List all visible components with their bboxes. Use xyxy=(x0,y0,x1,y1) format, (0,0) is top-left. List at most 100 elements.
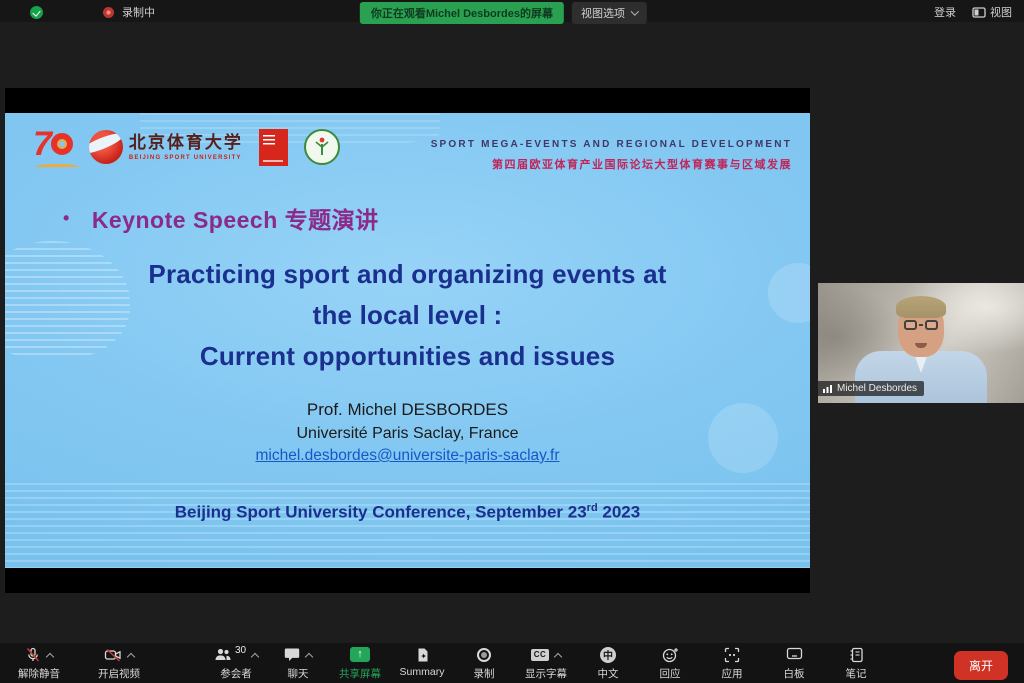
summary-button[interactable]: Summary xyxy=(399,646,445,681)
glasses-lens xyxy=(904,320,917,330)
record-icon xyxy=(477,648,491,662)
whiteboard-label: 白板 xyxy=(784,666,805,681)
conference-text: Beijing Sport University Conference, Sep… xyxy=(175,503,587,522)
login-button[interactable]: 登录 xyxy=(934,4,956,20)
apps-icon xyxy=(724,647,740,663)
view-label: 视图 xyxy=(990,4,1012,20)
reactions-smiley-icon xyxy=(662,647,679,663)
signal-bars-icon xyxy=(823,384,833,393)
slide-title-line1: Practicing sport and organizing events a… xyxy=(5,254,810,295)
apps-label: 应用 xyxy=(722,666,743,681)
top-bar: 录制中 你正在观看Michel Desbordes的屏幕 视图选项 登录 视图 xyxy=(0,0,1024,22)
chevron-up-icon[interactable] xyxy=(127,652,135,660)
participant-name-label: Michel Desbordes xyxy=(837,383,917,394)
unmute-button[interactable]: 解除静音 xyxy=(16,646,62,681)
topbar-left-cluster: 录制中 xyxy=(30,4,155,20)
notes-icon xyxy=(849,647,864,663)
share-screen-icon: ↑ xyxy=(350,647,370,662)
slide-header-english: SPORT MEGA-EVENTS AND REGIONAL DEVELOPME… xyxy=(431,139,792,150)
view-layout-icon xyxy=(972,7,986,18)
participants-count: 30 xyxy=(235,645,246,656)
summary-doc-icon xyxy=(415,647,430,663)
slide-header-block: SPORT MEGA-EVENTS AND REGIONAL DEVELOPME… xyxy=(431,139,792,172)
slide-header-chinese: 第四届欧亚体育产业国际论坛大型体育赛事与区域发展 xyxy=(431,156,792,172)
chat-bubble-icon xyxy=(284,647,300,662)
view-button[interactable]: 视图 xyxy=(972,4,1012,20)
security-shield-icon[interactable] xyxy=(30,6,43,19)
bsu-swirl-icon xyxy=(89,130,123,164)
share-screen-label: 共享屏幕 xyxy=(339,666,381,681)
conference-line: Beijing Sport University Conference, Sep… xyxy=(5,502,810,523)
captions-button[interactable]: CC 显示字幕 xyxy=(523,646,569,681)
chevron-up-icon[interactable] xyxy=(251,652,259,660)
leave-meeting-button[interactable]: 离开 xyxy=(954,651,1008,680)
whiteboard-button[interactable]: 白板 xyxy=(771,646,817,681)
person-mouth xyxy=(915,343,927,348)
green-emblem-logo xyxy=(304,129,340,165)
presentation-slide: 7 北京体育大学 BEIJING SPORT UNIVERSITY xyxy=(5,113,810,568)
view-options-label: 视图选项 xyxy=(581,5,625,21)
start-video-button[interactable]: 开启视频 xyxy=(96,646,142,681)
meeting-toolbar: 解除静音 开启视频 xyxy=(0,643,1024,683)
person-hair xyxy=(896,296,946,318)
share-screen-button[interactable]: ↑ 共享屏幕 xyxy=(337,646,383,681)
tree-person-icon xyxy=(311,135,333,159)
bsu-name-english: BEIJING SPORT UNIVERSITY xyxy=(129,155,243,161)
chat-label: 聊天 xyxy=(288,666,309,681)
conference-year: 2023 xyxy=(598,503,641,522)
topbar-right-cluster: 登录 视图 xyxy=(934,4,1012,20)
camera-off-icon xyxy=(104,647,122,663)
reactions-button[interactable]: 回应 xyxy=(647,646,693,681)
captions-label: 显示字幕 xyxy=(525,666,567,681)
slide-title-line3: Current opportunities and issues xyxy=(5,336,810,377)
bsu-name-block: 北京体育大学 BEIJING SPORT UNIVERSITY xyxy=(129,134,243,161)
business-school-logo xyxy=(259,129,288,166)
record-label: 录制 xyxy=(474,666,495,681)
seventy-digit: 7 xyxy=(33,127,52,161)
keynote-speech-label: Keynote Speech 专题演讲 xyxy=(92,201,379,235)
notes-button[interactable]: 笔记 xyxy=(833,646,879,681)
person-glasses xyxy=(904,320,938,330)
slide-logo-row: 7 北京体育大学 BEIJING SPORT UNIVERSITY xyxy=(33,127,340,167)
speaker-affiliation: Université Paris Saclay, France xyxy=(5,425,810,443)
participants-button[interactable]: 30 参会者 xyxy=(213,646,259,681)
participants-label: 参会者 xyxy=(220,666,252,681)
chevron-up-icon[interactable] xyxy=(554,652,562,660)
toolbar-left-group: 解除静音 开启视频 xyxy=(16,646,142,681)
beijing-sport-university-logo: 北京体育大学 BEIJING SPORT UNIVERSITY xyxy=(89,130,243,164)
speaker-block: Prof. Michel DESBORDES Université Paris … xyxy=(5,400,810,465)
bullet-icon: • xyxy=(63,208,70,229)
recording-indicator-icon xyxy=(103,7,114,18)
chevron-down-icon xyxy=(631,7,639,15)
decor-stripe-band xyxy=(5,483,810,568)
participants-icon xyxy=(214,647,232,662)
speaker-email-link[interactable]: michel.desbordes@universite-paris-saclay… xyxy=(255,447,559,465)
conference-ordinal: rd xyxy=(587,502,598,514)
anniversary-70-logo: 7 xyxy=(33,127,73,167)
participant-video-tile[interactable]: Michel Desbordes xyxy=(818,283,1024,403)
view-options-button[interactable]: 视图选项 xyxy=(572,2,647,24)
notes-label: 笔记 xyxy=(846,666,867,681)
summary-label: Summary xyxy=(400,666,445,678)
glasses-bridge xyxy=(919,324,923,326)
chevron-up-icon[interactable] xyxy=(305,652,313,660)
whiteboard-icon xyxy=(786,647,803,662)
unmute-label: 解除静音 xyxy=(18,666,60,681)
slide-title: Practicing sport and organizing events a… xyxy=(5,254,810,377)
keynote-speech-line: • Keynote Speech 专题演讲 xyxy=(63,201,379,235)
login-label: 登录 xyxy=(934,4,956,20)
chevron-up-icon[interactable] xyxy=(46,652,54,660)
toolbar-center-group: 30 参会者 聊天 ↑ xyxy=(213,646,879,681)
bsu-name-chinese: 北京体育大学 xyxy=(129,134,243,151)
participant-name-tag: Michel Desbordes xyxy=(818,381,924,396)
reactions-label: 回应 xyxy=(660,666,681,681)
recording-status-label: 录制中 xyxy=(122,4,155,20)
person-head xyxy=(898,299,944,357)
seventy-ring-icon xyxy=(51,133,73,155)
speaker-name: Prof. Michel DESBORDES xyxy=(5,400,810,420)
topbar-center-cluster: 你正在观看Michel Desbordes的屏幕 视图选项 xyxy=(360,2,647,24)
language-button[interactable]: 中 中文 xyxy=(585,646,631,681)
record-button[interactable]: 录制 xyxy=(461,646,507,681)
chat-button[interactable]: 聊天 xyxy=(275,646,321,681)
apps-button[interactable]: 应用 xyxy=(709,646,755,681)
